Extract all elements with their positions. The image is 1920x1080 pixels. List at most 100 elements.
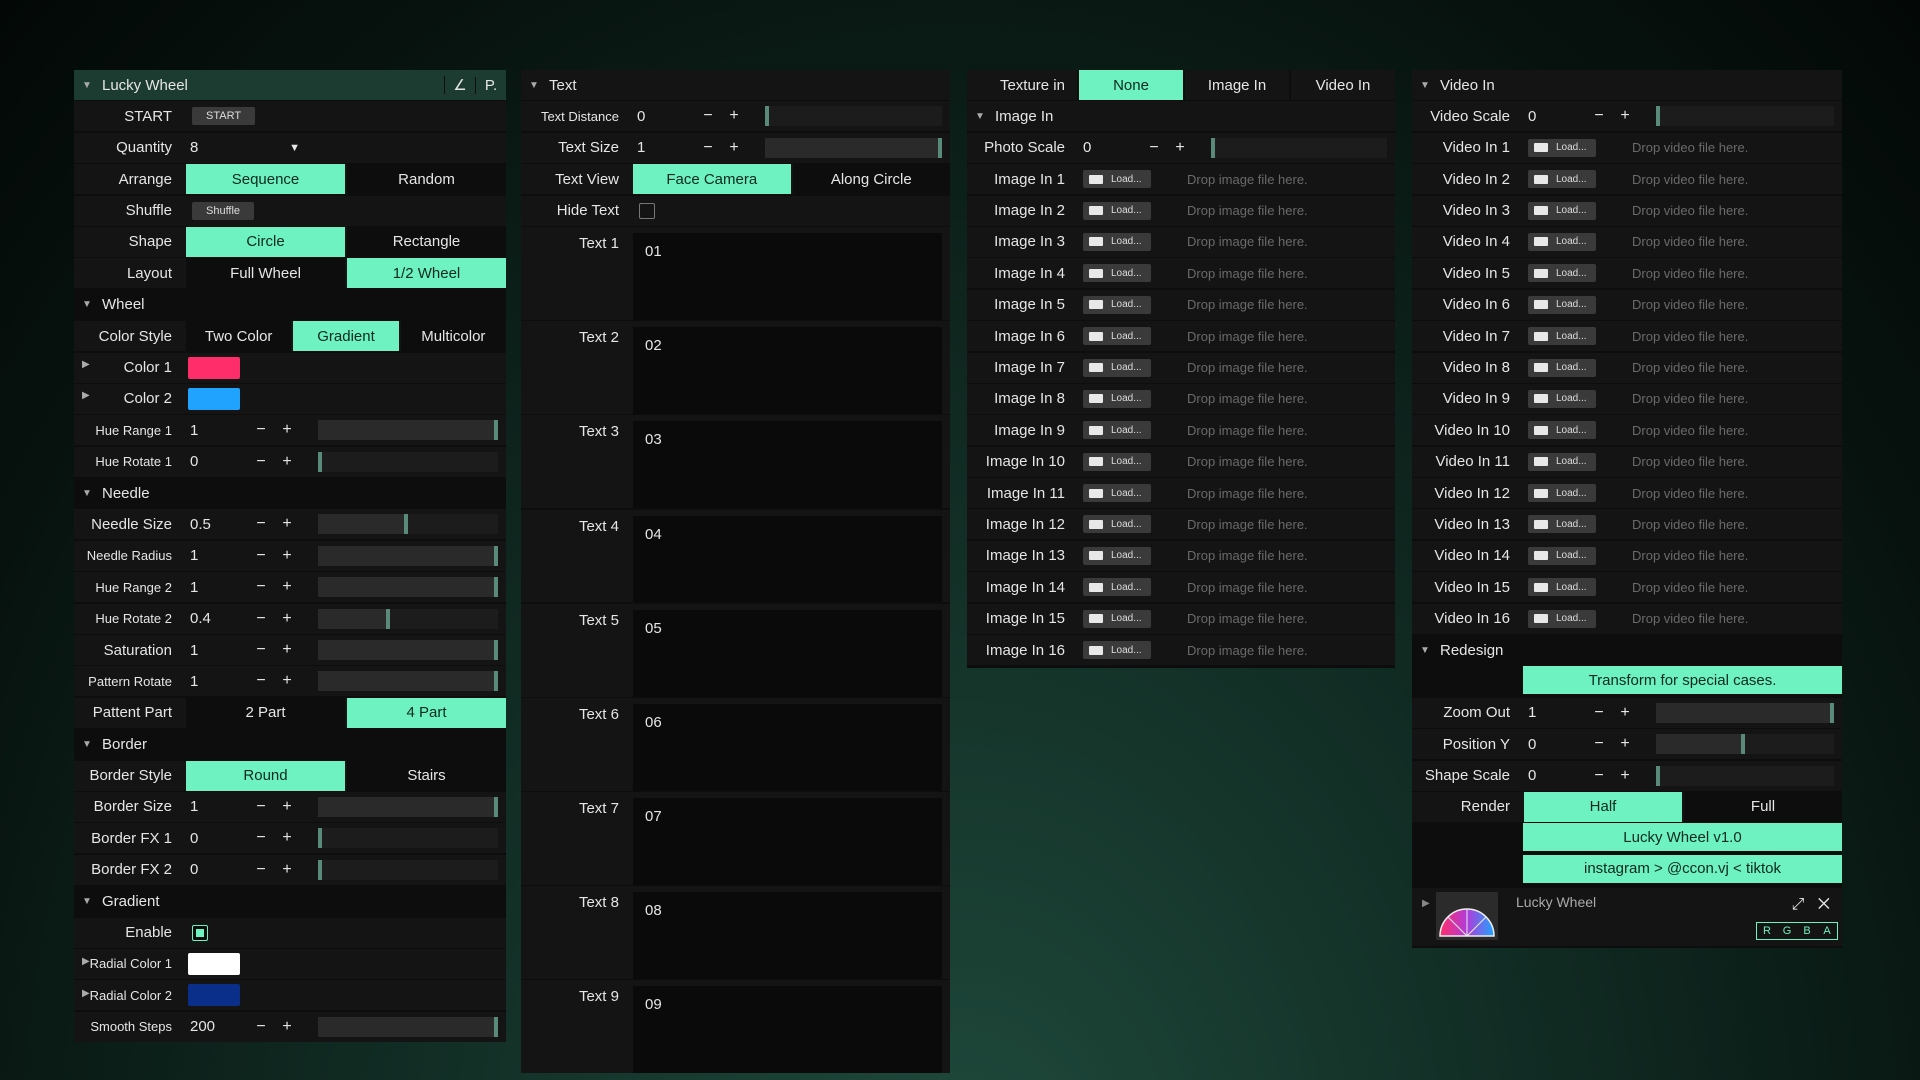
- drop-zone[interactable]: Drop image file here.: [1187, 172, 1308, 187]
- colorstyle-two-color[interactable]: Two Color: [186, 321, 292, 352]
- drop-zone[interactable]: Drop video file here.: [1632, 203, 1748, 218]
- minus-button[interactable]: −: [248, 641, 274, 659]
- huerange2-value[interactable]: 1: [184, 579, 248, 596]
- positiony-slider[interactable]: [1656, 734, 1834, 755]
- needle-section-header[interactable]: ▼ Needle: [74, 478, 506, 509]
- videoin-section-header[interactable]: ▼ Video In: [1412, 70, 1842, 100]
- plus-button[interactable]: +: [274, 610, 300, 628]
- plus-button[interactable]: +: [274, 829, 300, 847]
- gradient-section-header[interactable]: ▼ Gradient: [74, 886, 506, 917]
- minus-button[interactable]: −: [1141, 139, 1167, 157]
- borderstyle-stairs[interactable]: Stairs: [347, 760, 506, 791]
- arrange-random[interactable]: Random: [347, 164, 506, 195]
- minus-button[interactable]: −: [1586, 107, 1612, 125]
- plus-button[interactable]: +: [274, 1018, 300, 1036]
- color1-swatch[interactable]: [188, 356, 240, 379]
- drop-zone[interactable]: Drop image file here.: [1187, 423, 1308, 438]
- text-section-header[interactable]: ▼ Text: [521, 70, 950, 100]
- radial2-swatch[interactable]: [188, 984, 240, 1007]
- minus-button[interactable]: −: [248, 1018, 274, 1036]
- redesign-section-header[interactable]: ▼ Redesign: [1412, 635, 1842, 666]
- minus-button[interactable]: −: [248, 829, 274, 847]
- text-field[interactable]: 03: [633, 421, 942, 509]
- smoothsteps-slider[interactable]: [318, 1016, 498, 1037]
- plus-button[interactable]: +: [274, 453, 300, 471]
- videoscale-value[interactable]: 0: [1522, 108, 1586, 125]
- render-full[interactable]: Full: [1684, 791, 1842, 822]
- colorstyle-gradient[interactable]: Gradient: [293, 321, 399, 352]
- texture-none[interactable]: None: [1079, 70, 1183, 100]
- patternrotate-value[interactable]: 1: [184, 673, 248, 690]
- text-field[interactable]: 08: [633, 892, 942, 980]
- pattentpart-4[interactable]: 4 Part: [347, 697, 506, 728]
- load-button[interactable]: Load...: [1083, 484, 1151, 503]
- load-button[interactable]: Load...: [1083, 170, 1151, 189]
- minus-button[interactable]: −: [248, 610, 274, 628]
- load-button[interactable]: Load...: [1528, 232, 1596, 251]
- drop-zone[interactable]: Drop video file here.: [1632, 360, 1748, 375]
- plus-button[interactable]: +: [1612, 704, 1638, 722]
- channel-b[interactable]: B: [1797, 923, 1817, 939]
- render-half[interactable]: Half: [1524, 791, 1682, 822]
- load-button[interactable]: Load...: [1528, 264, 1596, 283]
- load-button[interactable]: Load...: [1528, 515, 1596, 534]
- drop-zone[interactable]: Drop image file here.: [1187, 643, 1308, 658]
- load-button[interactable]: Load...: [1083, 578, 1151, 597]
- plus-button[interactable]: +: [1167, 139, 1193, 157]
- texture-video-in[interactable]: Video In: [1291, 70, 1395, 100]
- drop-zone[interactable]: Drop video file here.: [1632, 486, 1748, 501]
- borderfx2-value[interactable]: 0: [184, 861, 248, 878]
- expand-icon[interactable]: ▶: [82, 359, 90, 370]
- plus-button[interactable]: +: [274, 515, 300, 533]
- minus-button[interactable]: −: [248, 672, 274, 690]
- textdistance-value[interactable]: 0: [631, 108, 695, 125]
- text-field[interactable]: 04: [633, 515, 942, 603]
- drop-zone[interactable]: Drop image file here.: [1187, 266, 1308, 281]
- borderstyle-round[interactable]: Round: [186, 760, 345, 791]
- textdistance-slider[interactable]: [765, 106, 942, 127]
- plus-button[interactable]: +: [274, 578, 300, 596]
- drop-zone[interactable]: Drop video file here.: [1632, 611, 1748, 626]
- start-button[interactable]: START: [192, 107, 256, 126]
- drop-zone[interactable]: Drop video file here.: [1632, 297, 1748, 312]
- load-button[interactable]: Load...: [1528, 358, 1596, 377]
- borderfx1-value[interactable]: 0: [184, 830, 248, 847]
- zoomout-value[interactable]: 1: [1522, 704, 1586, 721]
- wheel-section-header[interactable]: ▼ Wheel: [74, 289, 506, 320]
- layout-full-wheel[interactable]: Full Wheel: [186, 258, 345, 289]
- minus-button[interactable]: −: [1586, 735, 1612, 753]
- text-field[interactable]: 06: [633, 703, 942, 791]
- drop-zone[interactable]: Drop video file here.: [1632, 140, 1748, 155]
- load-button[interactable]: Load...: [1083, 452, 1151, 471]
- angle-button[interactable]: ∠: [444, 76, 475, 94]
- plus-button[interactable]: +: [1612, 107, 1638, 125]
- imagein-section-header[interactable]: ▼ Image In: [967, 101, 1395, 132]
- shape-rectangle[interactable]: Rectangle: [347, 226, 506, 257]
- wheel-preview-image[interactable]: [1435, 891, 1498, 940]
- photoscale-value[interactable]: 0: [1077, 139, 1141, 156]
- huerotate1-slider[interactable]: [318, 451, 498, 472]
- textsize-slider[interactable]: [765, 137, 942, 158]
- bordersize-slider[interactable]: [318, 796, 498, 817]
- load-button[interactable]: Load...: [1528, 546, 1596, 565]
- social-button[interactable]: instagram > @ccon.vj < tiktok: [1523, 854, 1842, 883]
- drop-zone[interactable]: Drop image file here.: [1187, 454, 1308, 469]
- plus-button[interactable]: +: [274, 861, 300, 879]
- positiony-value[interactable]: 0: [1522, 736, 1586, 753]
- text-field[interactable]: 09: [633, 986, 942, 1074]
- drop-zone[interactable]: Drop image file here.: [1187, 203, 1308, 218]
- load-button[interactable]: Load...: [1083, 327, 1151, 346]
- preset-button[interactable]: P.: [475, 76, 506, 94]
- huerange1-value[interactable]: 1: [184, 422, 248, 439]
- saturation-value[interactable]: 1: [184, 642, 248, 659]
- load-button[interactable]: Load...: [1528, 484, 1596, 503]
- photoscale-slider[interactable]: [1211, 137, 1387, 158]
- expand-icon[interactable]: ▶: [82, 390, 90, 401]
- color2-swatch[interactable]: [188, 387, 240, 410]
- minus-button[interactable]: −: [1586, 767, 1612, 785]
- minus-button[interactable]: −: [248, 578, 274, 596]
- load-button[interactable]: Load...: [1083, 641, 1151, 660]
- arrange-sequence[interactable]: Sequence: [186, 164, 345, 195]
- channel-r[interactable]: R: [1757, 923, 1777, 939]
- layout-half-wheel[interactable]: 1/2 Wheel: [347, 258, 506, 289]
